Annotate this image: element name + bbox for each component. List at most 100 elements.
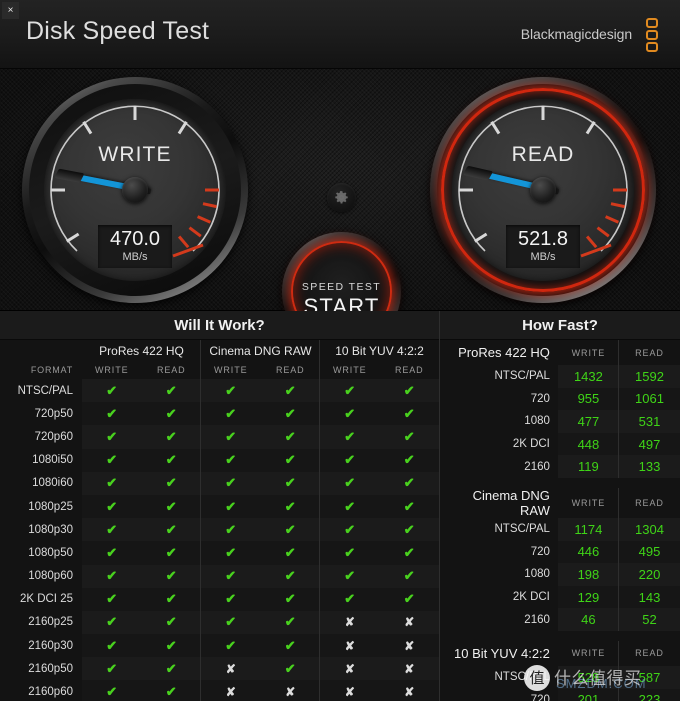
check-icon: ✔ [82, 425, 142, 449]
check-icon: ✔ [201, 518, 261, 542]
resolution-label: 2K DCI [512, 438, 550, 451]
cross-icon: ✘ [379, 610, 439, 635]
check-icon: ✔ [82, 494, 142, 519]
settings-button[interactable] [327, 183, 356, 212]
check-icon: ✔ [82, 518, 142, 542]
read-gauge-face: READ 521.8 MB/s [452, 99, 634, 281]
three-orange-squares-icon [646, 18, 663, 58]
check-icon: ✔ [260, 587, 320, 611]
read-value: 521.8 [517, 228, 569, 250]
table-row: 1080p60 ✔ ✔ ✔ ✔ ✔ ✔ [0, 564, 439, 588]
table-row: 1080p50 ✔ ✔ ✔ ✔ ✔ ✔ [0, 541, 439, 565]
resolution-label: 2K DCI [512, 591, 550, 604]
disk-speed-test-window: × Disk Speed Test Blackmagicdesign WRITE… [0, 0, 680, 701]
check-icon: ✔ [201, 610, 261, 635]
check-icon: ✔ [320, 518, 380, 542]
will-it-work-table: ProRes 422 HQ Cinema DNG RAW 10 Bit YUV 4:… [0, 340, 439, 701]
sub-header-0-1: READ [142, 361, 202, 379]
check-icon: ✔ [260, 425, 320, 449]
format-header: FORMAT [30, 365, 73, 375]
check-icon: ✔ [141, 402, 201, 426]
cross-icon: ✘ [201, 657, 261, 681]
table-row: 2K DCI 25 ✔ ✔ ✔ ✔ ✔ ✔ [0, 587, 439, 611]
resolution-label: 720 [530, 693, 550, 701]
cross-icon: ✘ [260, 680, 320, 701]
format-label: 2K DCI 25 [19, 593, 73, 606]
cross-icon: ✘ [320, 634, 380, 658]
read-speed-value: 143 [618, 585, 680, 609]
table-row: NTSC/PAL ✔ ✔ ✔ ✔ ✔ ✔ [0, 379, 439, 403]
check-icon: ✔ [379, 541, 439, 565]
start-button-line1: SPEED TEST [301, 281, 382, 293]
section-name: Cinema DNG RAW [472, 487, 550, 518]
close-icon[interactable]: × [2, 2, 19, 19]
check-icon: ✔ [320, 379, 380, 403]
sub-header-read: READ [635, 497, 664, 508]
gear-icon [335, 191, 348, 204]
check-icon: ✔ [379, 518, 439, 542]
check-icon: ✔ [320, 471, 380, 495]
check-icon: ✔ [141, 471, 201, 495]
check-icon: ✔ [379, 379, 439, 403]
format-label: 2160p60 [28, 686, 73, 699]
check-icon: ✔ [379, 425, 439, 449]
table-row: 2160p30 ✔ ✔ ✔ ✔ ✘ ✘ [0, 634, 439, 658]
section-name: 10 Bit YUV 4:2:2 [454, 645, 550, 661]
write-speed-value: 46 [557, 608, 619, 631]
write-unit: MB/s [122, 251, 148, 263]
check-icon: ✔ [82, 471, 142, 495]
write-readout: 470.0 MB/s [98, 225, 172, 268]
check-icon: ✔ [379, 448, 439, 472]
brand-label: Blackmagicdesign [520, 26, 632, 42]
sub-header-0-0: WRITE [95, 365, 129, 375]
write-speed-value: 1432 [557, 365, 619, 388]
write-speed-value: 528 [557, 665, 619, 689]
check-icon: ✔ [320, 448, 380, 472]
check-icon: ✔ [320, 541, 380, 565]
check-icon: ✔ [320, 425, 380, 449]
check-icon: ✔ [201, 471, 261, 495]
format-label: 720p50 [34, 407, 73, 420]
check-icon: ✔ [141, 379, 201, 403]
table-row: 2160p60 ✔ ✔ ✘ ✘ ✘ ✘ [0, 680, 439, 701]
format-label: NTSC/PAL [17, 384, 73, 397]
check-icon: ✔ [260, 402, 320, 426]
check-icon: ✔ [379, 564, 439, 588]
resolution-label: 720 [530, 392, 550, 405]
sub-header-read: READ [635, 347, 664, 358]
sub-header-read: READ [635, 648, 664, 659]
check-icon: ✔ [260, 610, 320, 635]
format-label: 1080p60 [28, 570, 73, 583]
check-icon: ✔ [82, 564, 142, 588]
group-header-0: ProRes 422 HQ [82, 340, 201, 361]
check-icon: ✔ [141, 564, 201, 588]
sub-header-1-0: WRITE [214, 365, 248, 375]
check-icon: ✔ [82, 657, 142, 681]
read-readout: 521.8 MB/s [506, 225, 580, 268]
resolution-label: 720 [530, 545, 550, 558]
write-gauge: WRITE 470.0 MB/s [22, 77, 248, 303]
table-row: NTSC/PAL 1174 1304 [440, 517, 680, 541]
read-speed-value: 495 [618, 540, 680, 564]
read-gauge-label: READ [511, 143, 575, 166]
check-icon: ✔ [201, 564, 261, 588]
will-it-work-title: Will It Work? [0, 311, 439, 340]
check-icon: ✔ [379, 471, 439, 495]
read-speed-value: 1592 [618, 365, 680, 388]
write-speed-value: 1174 [557, 517, 619, 541]
resolution-label: NTSC/PAL [494, 523, 550, 536]
table-row: 720 446 495 [440, 540, 680, 564]
check-icon: ✔ [260, 634, 320, 658]
resolution-label: 1080 [524, 568, 550, 581]
check-icon: ✔ [141, 680, 201, 701]
table-row: 2160p25 ✔ ✔ ✔ ✔ ✘ ✘ [0, 610, 439, 635]
group-header-2: 10 Bit YUV 4:2:2 [335, 343, 424, 358]
cross-icon: ✘ [320, 657, 380, 681]
check-icon: ✔ [320, 494, 380, 519]
table-row: 2160 119 133 [440, 455, 680, 478]
write-speed-value: 201 [557, 688, 619, 701]
table-row: 1080i60 ✔ ✔ ✔ ✔ ✔ ✔ [0, 471, 439, 495]
check-icon: ✔ [201, 379, 261, 403]
cross-icon: ✘ [379, 634, 439, 658]
check-icon: ✔ [82, 541, 142, 565]
